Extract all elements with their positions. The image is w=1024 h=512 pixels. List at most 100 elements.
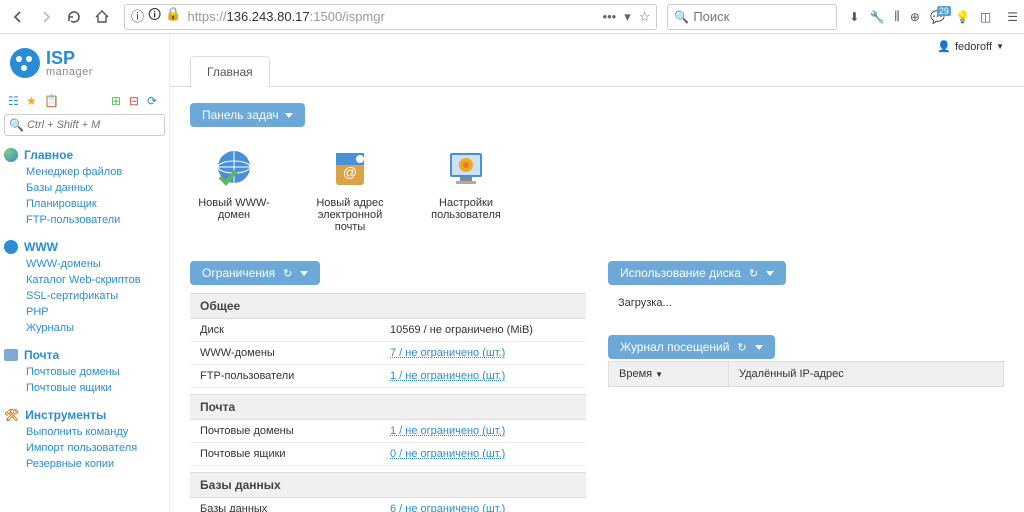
shortcut[interactable]: @ Новый адрес электронной почты	[310, 147, 390, 233]
sidebar-icon[interactable]: ◫	[980, 10, 991, 24]
url-actions: ••• ▾ ☆	[603, 9, 651, 25]
sidebar-item[interactable]: SSL-сертификаты	[26, 288, 165, 304]
sidebar-item[interactable]: Базы данных	[26, 180, 165, 196]
limits-row: Диск10569 / не ограничено (MiB)	[190, 319, 586, 342]
tab-main[interactable]: Главная	[190, 56, 270, 87]
limits-value[interactable]: 1 / не ограничено (шт.)	[390, 425, 505, 437]
disk-usage-title: Использование диска	[620, 266, 741, 280]
shortcut[interactable]: Настройки пользователя	[426, 147, 506, 233]
fav-icon[interactable]: ★	[26, 94, 40, 108]
sidebar-item[interactable]: PHP	[26, 304, 165, 320]
search-icon: 🔍	[9, 118, 24, 132]
limits-group-header: Базы данных	[190, 472, 586, 498]
refresh-icon[interactable]: ↻	[737, 341, 746, 354]
chevron-down-icon[interactable]	[300, 271, 308, 276]
limits-value[interactable]: 6 / не ограничено (шт.)	[390, 503, 505, 512]
home-button[interactable]	[90, 5, 114, 29]
notification-icon[interactable]: 💬29	[930, 10, 945, 24]
limits-key: Базы данных	[200, 503, 390, 512]
logo-text-top: ISP	[46, 49, 93, 67]
sidebar-item[interactable]: Каталог Web-скриптов	[26, 272, 165, 288]
logo-icon	[10, 48, 40, 78]
sidebar-item[interactable]: FTP-пользователи	[26, 212, 165, 228]
shortcut[interactable]: Новый WWW-домен	[194, 147, 274, 233]
url-bar[interactable]: ⓘ🛈🔒 https://136.243.80.17:1500/ispmgr ••…	[124, 4, 657, 30]
shortcut-label: Новый WWW-домен	[194, 197, 274, 221]
sidebar-item[interactable]: Планировщик	[26, 196, 165, 212]
sidebar-item[interactable]: Журналы	[26, 320, 165, 336]
pocket-icon[interactable]: ▾	[624, 9, 631, 25]
chevron-down-icon[interactable]	[766, 271, 774, 276]
limits-group-header: Почта	[190, 394, 586, 420]
lightbulb-icon[interactable]: 💡	[955, 10, 970, 24]
user-menu[interactable]: 👤 fedoroff ▼	[937, 40, 1004, 53]
col-time[interactable]: Время ▼	[609, 362, 729, 386]
list-icon[interactable]: ☷	[8, 94, 22, 108]
limits-key: FTP-пользователи	[200, 370, 390, 382]
sidebar-item[interactable]: Выполнить команду	[26, 424, 165, 440]
limits-value[interactable]: 7 / не ограничено (шт.)	[390, 347, 505, 359]
menu-icon[interactable]: ☰	[1007, 10, 1018, 24]
refresh-icon[interactable]: ↻	[283, 267, 292, 280]
limits-value[interactable]: 1 / не ограничено (шт.)	[390, 370, 505, 382]
bookmark-star-icon[interactable]: ☆	[639, 9, 651, 25]
sidebar-item[interactable]: Импорт пользователя	[26, 440, 165, 456]
user-name: fedoroff	[955, 41, 992, 53]
downloads-icon[interactable]: ⬇	[849, 10, 859, 24]
notif-badge: 29	[937, 6, 951, 16]
mini-toolbar: ☷ ★ 📋 ⊞ ⊟ ⟳	[4, 92, 165, 110]
shortcut-label: Новый адрес электронной почты	[310, 197, 390, 233]
task-panel-button[interactable]: Панель задач	[190, 103, 305, 127]
refresh-icon[interactable]: ⟳	[147, 94, 161, 108]
shortcuts: Новый WWW-домен @ Новый адрес электронной …	[194, 147, 1004, 233]
search-icon: 🔍	[674, 10, 689, 24]
limits-row: WWW-домены7 / не ограничено (шт.)	[190, 342, 586, 365]
shortcut-icon: @	[326, 147, 374, 191]
tabs: Главная	[170, 55, 1024, 87]
limits-key: WWW-домены	[200, 347, 390, 359]
url-text: https://136.243.80.17:1500/ispmgr	[187, 9, 602, 24]
search-input[interactable]	[693, 9, 830, 24]
expand-icon[interactable]: ⊞	[111, 94, 125, 108]
sidebar-section-header[interactable]: Почта	[4, 346, 165, 364]
limits-row: FTP-пользователи1 / не ограничено (шт.)	[190, 365, 586, 388]
sidebar-item[interactable]: Почтовые домены	[26, 364, 165, 380]
library-icon[interactable]: ⫼	[894, 9, 900, 24]
limits-header: Ограничения ↻	[190, 261, 320, 285]
sidebar-section-header[interactable]: WWW	[4, 238, 165, 256]
sidebar-item[interactable]: WWW-домены	[26, 256, 165, 272]
sidebar-item[interactable]: Почтовые ящики	[26, 380, 165, 396]
col-ip[interactable]: Удалённый IP-адрес	[729, 362, 1003, 386]
sidebar-section-header[interactable]: Главное	[4, 146, 165, 164]
visit-log-header: Журнал посещений ↻	[608, 335, 775, 359]
task-panel-label: Панель задач	[202, 108, 279, 122]
disk-usage-header: Использование диска ↻	[608, 261, 786, 285]
limits-key: Почтовые домены	[200, 425, 390, 437]
back-button[interactable]	[6, 5, 30, 29]
chevron-down-icon[interactable]	[755, 345, 763, 350]
more-icon[interactable]: •••	[603, 9, 617, 25]
visit-log-title: Журнал посещений	[620, 340, 729, 354]
sidebar-section-header[interactable]: 🛠Инструменты	[4, 406, 165, 424]
sidebar-item[interactable]: Менеджер файлов	[26, 164, 165, 180]
reload-button[interactable]	[62, 5, 86, 29]
limits-row: Почтовые домены1 / не ограничено (шт.)	[190, 420, 586, 443]
limits-group-header: Общее	[190, 293, 586, 319]
disk-loading: Загрузка...	[608, 287, 1004, 319]
limits-key: Почтовые ящики	[200, 448, 390, 460]
dev-icon[interactable]: 🔧	[869, 10, 884, 24]
clipboard-icon[interactable]: 📋	[44, 94, 58, 108]
svg-text:@: @	[343, 164, 357, 180]
refresh-icon[interactable]: ↻	[749, 267, 758, 280]
sidebar-item[interactable]: Резервные копии	[26, 456, 165, 472]
sidebar-search-input[interactable]	[27, 119, 160, 131]
globe-icon[interactable]: ⊕	[910, 10, 920, 24]
limits-value: 10569 / не ограничено (MiB)	[390, 324, 533, 336]
browser-toolbar: ⓘ🛈🔒 https://136.243.80.17:1500/ispmgr ••…	[0, 0, 1024, 34]
limits-value[interactable]: 0 / не ограничено (шт.)	[390, 448, 505, 460]
collapse-icon[interactable]: ⊟	[129, 94, 143, 108]
sidebar-search[interactable]: 🔍	[4, 114, 165, 136]
forward-button[interactable]	[34, 5, 58, 29]
browser-search[interactable]: 🔍	[667, 4, 837, 30]
limits-row: Почтовые ящики0 / не ограничено (шт.)	[190, 443, 586, 466]
